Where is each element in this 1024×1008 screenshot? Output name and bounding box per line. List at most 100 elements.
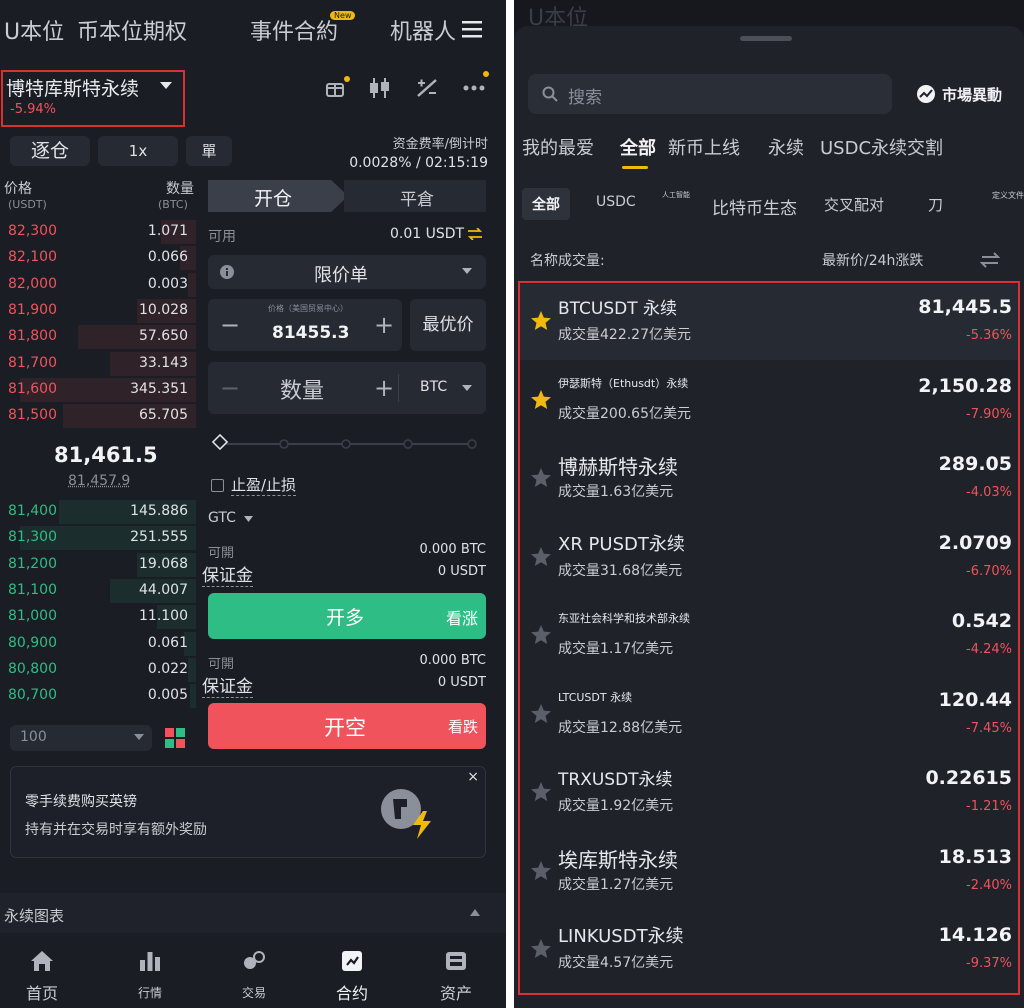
- nav-item-wallet[interactable]: 资产: [434, 946, 478, 1006]
- position-mode-button[interactable]: 單: [186, 136, 232, 166]
- star-icon[interactable]: [530, 310, 552, 331]
- swap-icon[interactable]: [980, 252, 1000, 268]
- quantity-input[interactable]: − 数量 + BTC: [208, 362, 486, 414]
- star-icon[interactable]: [530, 860, 552, 881]
- transfer-icon[interactable]: [468, 228, 482, 240]
- orderbook-ask-row[interactable]: 82,000 0.003: [0, 272, 196, 297]
- market-row[interactable]: 埃库斯特永续 成交量1.27亿美元 18.513 -2.40%: [520, 834, 1018, 910]
- orderbook-bid-row[interactable]: 80,700 0.005: [0, 684, 196, 709]
- tab-event-contract[interactable]: 事件合約: [250, 14, 338, 46]
- orderbook-bid-row[interactable]: 81,100 44.007: [0, 578, 196, 603]
- symbol-name[interactable]: 博特库斯特永续: [6, 74, 139, 101]
- best-price-button[interactable]: 最优价: [410, 299, 486, 351]
- orderbook-ask-row[interactable]: 81,900 10.028: [0, 298, 196, 323]
- margin-mode-button[interactable]: 逐仓: [10, 136, 90, 166]
- market-row[interactable]: 博赫斯特永续 成交量1.63亿美元 289.05 -4.03%: [520, 441, 1018, 517]
- orderbook-ask-row[interactable]: 81,700 33.143: [0, 351, 196, 376]
- market-row[interactable]: XR PUSDT永续 成交量31.68亿美元 2.0709 -6.70%: [520, 520, 1018, 596]
- list-header-price[interactable]: 最新价/24h涨跌: [822, 250, 923, 270]
- market-row[interactable]: LINKUSDT永续 成交量4.57亿美元 14.126 -9.37%: [520, 912, 1018, 988]
- tpsl-label[interactable]: 止盈/止损: [231, 474, 297, 496]
- price-input[interactable]: − 价格（美国贸易中心） 81455.3 +: [208, 299, 402, 351]
- qty-decrease-button[interactable]: −: [220, 374, 240, 402]
- subtab-5[interactable]: 刀: [928, 194, 943, 215]
- tab-coin-options[interactable]: 币本位期权: [77, 14, 187, 46]
- market-volume: 成交量1.92亿美元: [558, 798, 674, 814]
- market-movers-link[interactable]: 市場異動: [942, 84, 1002, 105]
- tab-open-position[interactable]: 开仓: [208, 180, 348, 212]
- orderbook-ask-row[interactable]: 82,300 1.071: [0, 220, 196, 244]
- tab-u-margined[interactable]: U本位: [4, 14, 64, 46]
- orderbook-ask-row[interactable]: 81,800 57.650: [0, 325, 196, 350]
- market-volume: 成交量4.57亿美元: [558, 955, 674, 971]
- orderbook-bid-row[interactable]: 81,400 145.886: [0, 500, 196, 524]
- promo-banner[interactable]: 零手续费购买英镑 持有并在交易时享有额外奖励 ×: [10, 766, 486, 858]
- more-icon[interactable]: [462, 70, 490, 94]
- market-row[interactable]: TRXUSDT永续 成交量1.92亿美元 0.22615 -1.21%: [520, 755, 1018, 831]
- long-margin-label[interactable]: 保证金: [202, 561, 253, 587]
- tab-close-position[interactable]: 平倉: [344, 180, 486, 212]
- short-margin-label[interactable]: 保证金: [202, 672, 253, 698]
- tif-select[interactable]: GTC: [208, 510, 254, 526]
- orderbook-bid-row[interactable]: 81,000 11.100: [0, 605, 196, 630]
- price-decrease-button[interactable]: −: [220, 311, 240, 339]
- star-icon[interactable]: [530, 938, 552, 959]
- caret-down-icon[interactable]: [160, 82, 172, 90]
- orderbook-bid-row[interactable]: 81,300 251.555: [0, 526, 196, 551]
- nav-item-market[interactable]: 行情: [128, 946, 172, 1006]
- menu-icon[interactable]: [462, 20, 484, 38]
- star-icon[interactable]: [530, 467, 552, 488]
- orderbook-ask-row[interactable]: 82,100 0.066: [0, 246, 196, 271]
- orderbook-layout-icon[interactable]: [165, 728, 185, 748]
- chart-toggle-bar[interactable]: 永续图表: [0, 893, 506, 933]
- drag-handle[interactable]: [740, 36, 792, 41]
- subtab-0[interactable]: 全部: [522, 188, 570, 220]
- percent-icon[interactable]: [416, 78, 438, 98]
- subtab-2[interactable]: 人工智能: [662, 190, 694, 200]
- subtab-4[interactable]: 交叉配对: [824, 194, 884, 215]
- orderbook-bid-row[interactable]: 80,800 0.022: [0, 657, 196, 682]
- price-increase-button[interactable]: +: [374, 311, 394, 339]
- gift-icon[interactable]: [324, 76, 350, 98]
- tpsl-checkbox[interactable]: [211, 479, 224, 492]
- star-icon[interactable]: [530, 624, 552, 645]
- info-icon[interactable]: [220, 265, 234, 279]
- mark-price[interactable]: 81,457.9: [68, 473, 130, 489]
- orderbook-ask-row[interactable]: 81,500 65.705: [0, 404, 196, 429]
- tab-0[interactable]: 我的最爱: [522, 134, 594, 160]
- market-row[interactable]: BTCUSDT 永续 成交量422.27亿美元 81,445.5 -5.36%: [520, 284, 1018, 360]
- star-icon[interactable]: [530, 781, 552, 802]
- order-type-select[interactable]: 限价单: [208, 255, 486, 289]
- orderbook-bid-row[interactable]: 81,200 19.068: [0, 552, 196, 577]
- subtab-3[interactable]: 比特币生态: [712, 194, 797, 219]
- market-row[interactable]: LTCUSDT 永续 成交量12.88亿美元 120.44 -7.45%: [520, 677, 1018, 753]
- star-icon[interactable]: [530, 546, 552, 567]
- nav-item-trade[interactable]: 交易: [232, 946, 276, 1006]
- market-movers-icon[interactable]: [916, 84, 936, 104]
- open-long-button[interactable]: 开多 看涨: [208, 593, 486, 639]
- subtab-6[interactable]: 定义文件: [992, 190, 1024, 201]
- orderbook-bid-row[interactable]: 80,900 0.061: [0, 631, 196, 656]
- close-icon[interactable]: ×: [467, 769, 479, 785]
- market-row[interactable]: 伊瑟斯特（Ethusdt）永续 成交量200.65亿美元 2,150.28 -7.90…: [520, 363, 1018, 439]
- subtab-1[interactable]: USDC: [596, 194, 636, 210]
- star-icon[interactable]: [530, 703, 552, 724]
- market-row[interactable]: 东亚社会科学和技术部永续 成交量1.17亿美元 0.542 -4.24%: [520, 598, 1018, 674]
- nav-item-home[interactable]: 首页: [20, 946, 64, 1006]
- quantity-slider[interactable]: [211, 433, 482, 458]
- open-short-button[interactable]: 开空 看跌: [208, 703, 486, 749]
- nav-item-futures[interactable]: 合约: [330, 946, 374, 1006]
- star-icon[interactable]: [530, 389, 552, 410]
- tab-bot[interactable]: 机器人: [390, 14, 456, 46]
- qty-unit[interactable]: BTC: [420, 379, 447, 395]
- tab-3[interactable]: 永续: [768, 134, 804, 160]
- orderbook-ask-row[interactable]: 81,600 345.351: [0, 377, 196, 402]
- depth-select[interactable]: 100: [10, 725, 152, 751]
- tab-1[interactable]: 全部: [620, 134, 656, 160]
- candlestick-icon[interactable]: [368, 78, 392, 98]
- qty-increase-button[interactable]: +: [374, 374, 394, 402]
- tab-2[interactable]: 新币上线: [668, 134, 740, 160]
- search-input[interactable]: 搜索: [528, 74, 892, 114]
- tab-4[interactable]: USDC永续交割: [820, 134, 943, 160]
- leverage-button[interactable]: 1x: [98, 136, 178, 166]
